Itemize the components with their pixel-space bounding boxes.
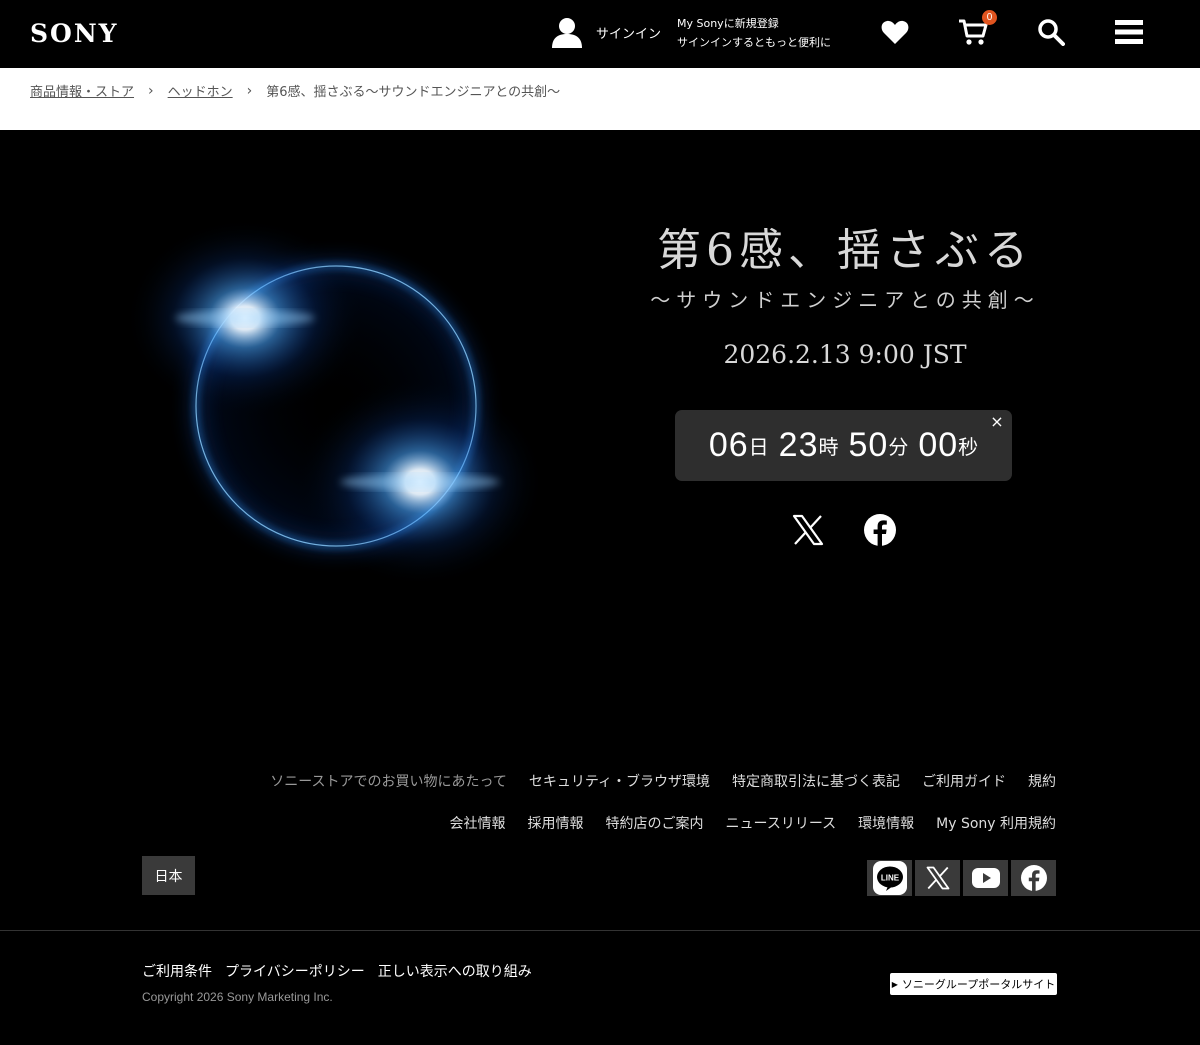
footer-link-dealers[interactable]: 特約店のご案内 [606,813,704,833]
group-portal-label: ソニーグループポータルサイト [901,978,1056,991]
footer-link-guide[interactable]: ご利用ガイド [922,771,1006,791]
breadcrumb: 商品情報・ストア › ヘッドホン › 第6感、揺さぶる〜サウンドエンジニアとの共… [30,81,561,101]
countdown-timer: 06 日 23 時 50 分 00 秒 [675,410,1012,481]
user-icon [550,15,584,49]
breadcrumb-current: 第6感、揺さぶる〜サウンドエンジニアとの共創〜 [266,85,561,100]
group-portal-button[interactable]: ▶ ソニーグループポータルサイト [890,973,1057,995]
facebook-share-icon[interactable] [864,514,896,546]
mysony-line2: サインインするともっと便利に [677,36,831,49]
social-links: LINE [867,860,1056,896]
countdown-minutes: 50 [848,426,889,464]
breadcrumb-item-headphones[interactable]: ヘッドホン [168,81,233,100]
footer-link-security[interactable]: セキュリティ・ブラウザ環境 [529,771,710,791]
x-share-icon[interactable] [792,514,824,546]
copyright-text: Copyright 2026 Sony Marketing Inc. [142,990,333,1004]
sony-logo[interactable]: SONY [30,19,119,48]
countdown-hours-unit: 時 [818,437,839,459]
footer-link-company[interactable]: 会社情報 [450,813,506,833]
breadcrumb-bar: 商品情報・ストア › ヘッドホン › 第6感、揺さぶる〜サウンドエンジニアとの共… [0,68,1200,130]
site-header: SONY サインイン My Sonyに新規登録 サインインするともっと便利に 0 [0,0,1200,68]
legal-link-conditions[interactable]: ご利用条件 [142,961,212,981]
line-icon[interactable]: LINE [867,860,912,896]
heart-icon[interactable] [879,16,911,48]
line-label: LINE [880,874,899,883]
countdown-days: 06 [708,426,749,464]
footer-link-shopping[interactable]: ソニーストアでのお買い物にあたって [270,771,507,791]
mysony-register-link[interactable]: My Sonyに新規登録 サインインするともっと便利に [677,14,831,52]
release-date: 2026.2.13 9:00 JST [723,340,967,369]
footer-link-recruit[interactable]: 採用情報 [528,813,584,833]
footer-link-mysony-terms[interactable]: My Sony 利用規約 [936,813,1056,833]
countdown-hours: 23 [778,426,819,464]
countdown-seconds: 00 [918,426,959,464]
footer-link-news[interactable]: ニュースリリース [726,813,837,833]
footer-link-tokushoho[interactable]: 特定商取引法に基づく表記 [732,771,900,791]
legal-link-labeling[interactable]: 正しい表示への取り組み [378,961,532,981]
page-title: 第6感、揺さぶる [657,225,1033,276]
signin-label: サインイン [596,26,662,42]
glowing-ring-image [120,170,590,600]
footer-links-row2: 会社情報 採用情報 特約店のご案内 ニュースリリース 環境情報 My Sony … [428,813,1056,833]
page-subtitle: 〜サウンドエンジニアとの共創〜 [650,288,1040,312]
play-triangle-icon: ▶ [891,979,898,989]
chevron-right-icon: › [148,82,154,99]
countdown-minutes-unit: 分 [888,437,909,459]
countdown-days-unit: 日 [748,437,769,459]
hero-section: 第6感、揺さぶる 〜サウンドエンジニアとの共創〜 2026.2.13 9:00 … [0,130,1200,750]
menu-icon[interactable] [1113,16,1145,48]
legal-link-privacy[interactable]: プライバシーポリシー [225,961,365,981]
breadcrumb-item-store[interactable]: 商品情報・ストア [30,81,134,100]
facebook-icon[interactable] [1011,860,1056,896]
search-icon[interactable] [1035,16,1067,48]
youtube-icon[interactable] [963,860,1008,896]
footer-link-terms[interactable]: 規約 [1028,771,1056,791]
countdown-seconds-unit: 秒 [958,437,979,459]
x-icon[interactable] [915,860,960,896]
cart-count-badge: 0 [982,10,997,25]
footer-links-row1: ソニーストアでのお買い物にあたって セキュリティ・ブラウザ環境 特定商取引法に基… [248,771,1056,791]
region-selector[interactable]: 日本 [142,856,195,895]
mysony-line1: My Sonyに新規登録 [677,17,779,30]
close-icon[interactable]: × [989,414,1005,430]
chevron-right-icon: › [246,82,253,99]
signin-button[interactable]: サインイン [550,14,661,50]
legal-links: ご利用条件 プライバシーポリシー 正しい表示への取り組み [142,961,532,981]
footer-divider [0,930,1200,931]
footer-link-environment[interactable]: 環境情報 [858,813,914,833]
